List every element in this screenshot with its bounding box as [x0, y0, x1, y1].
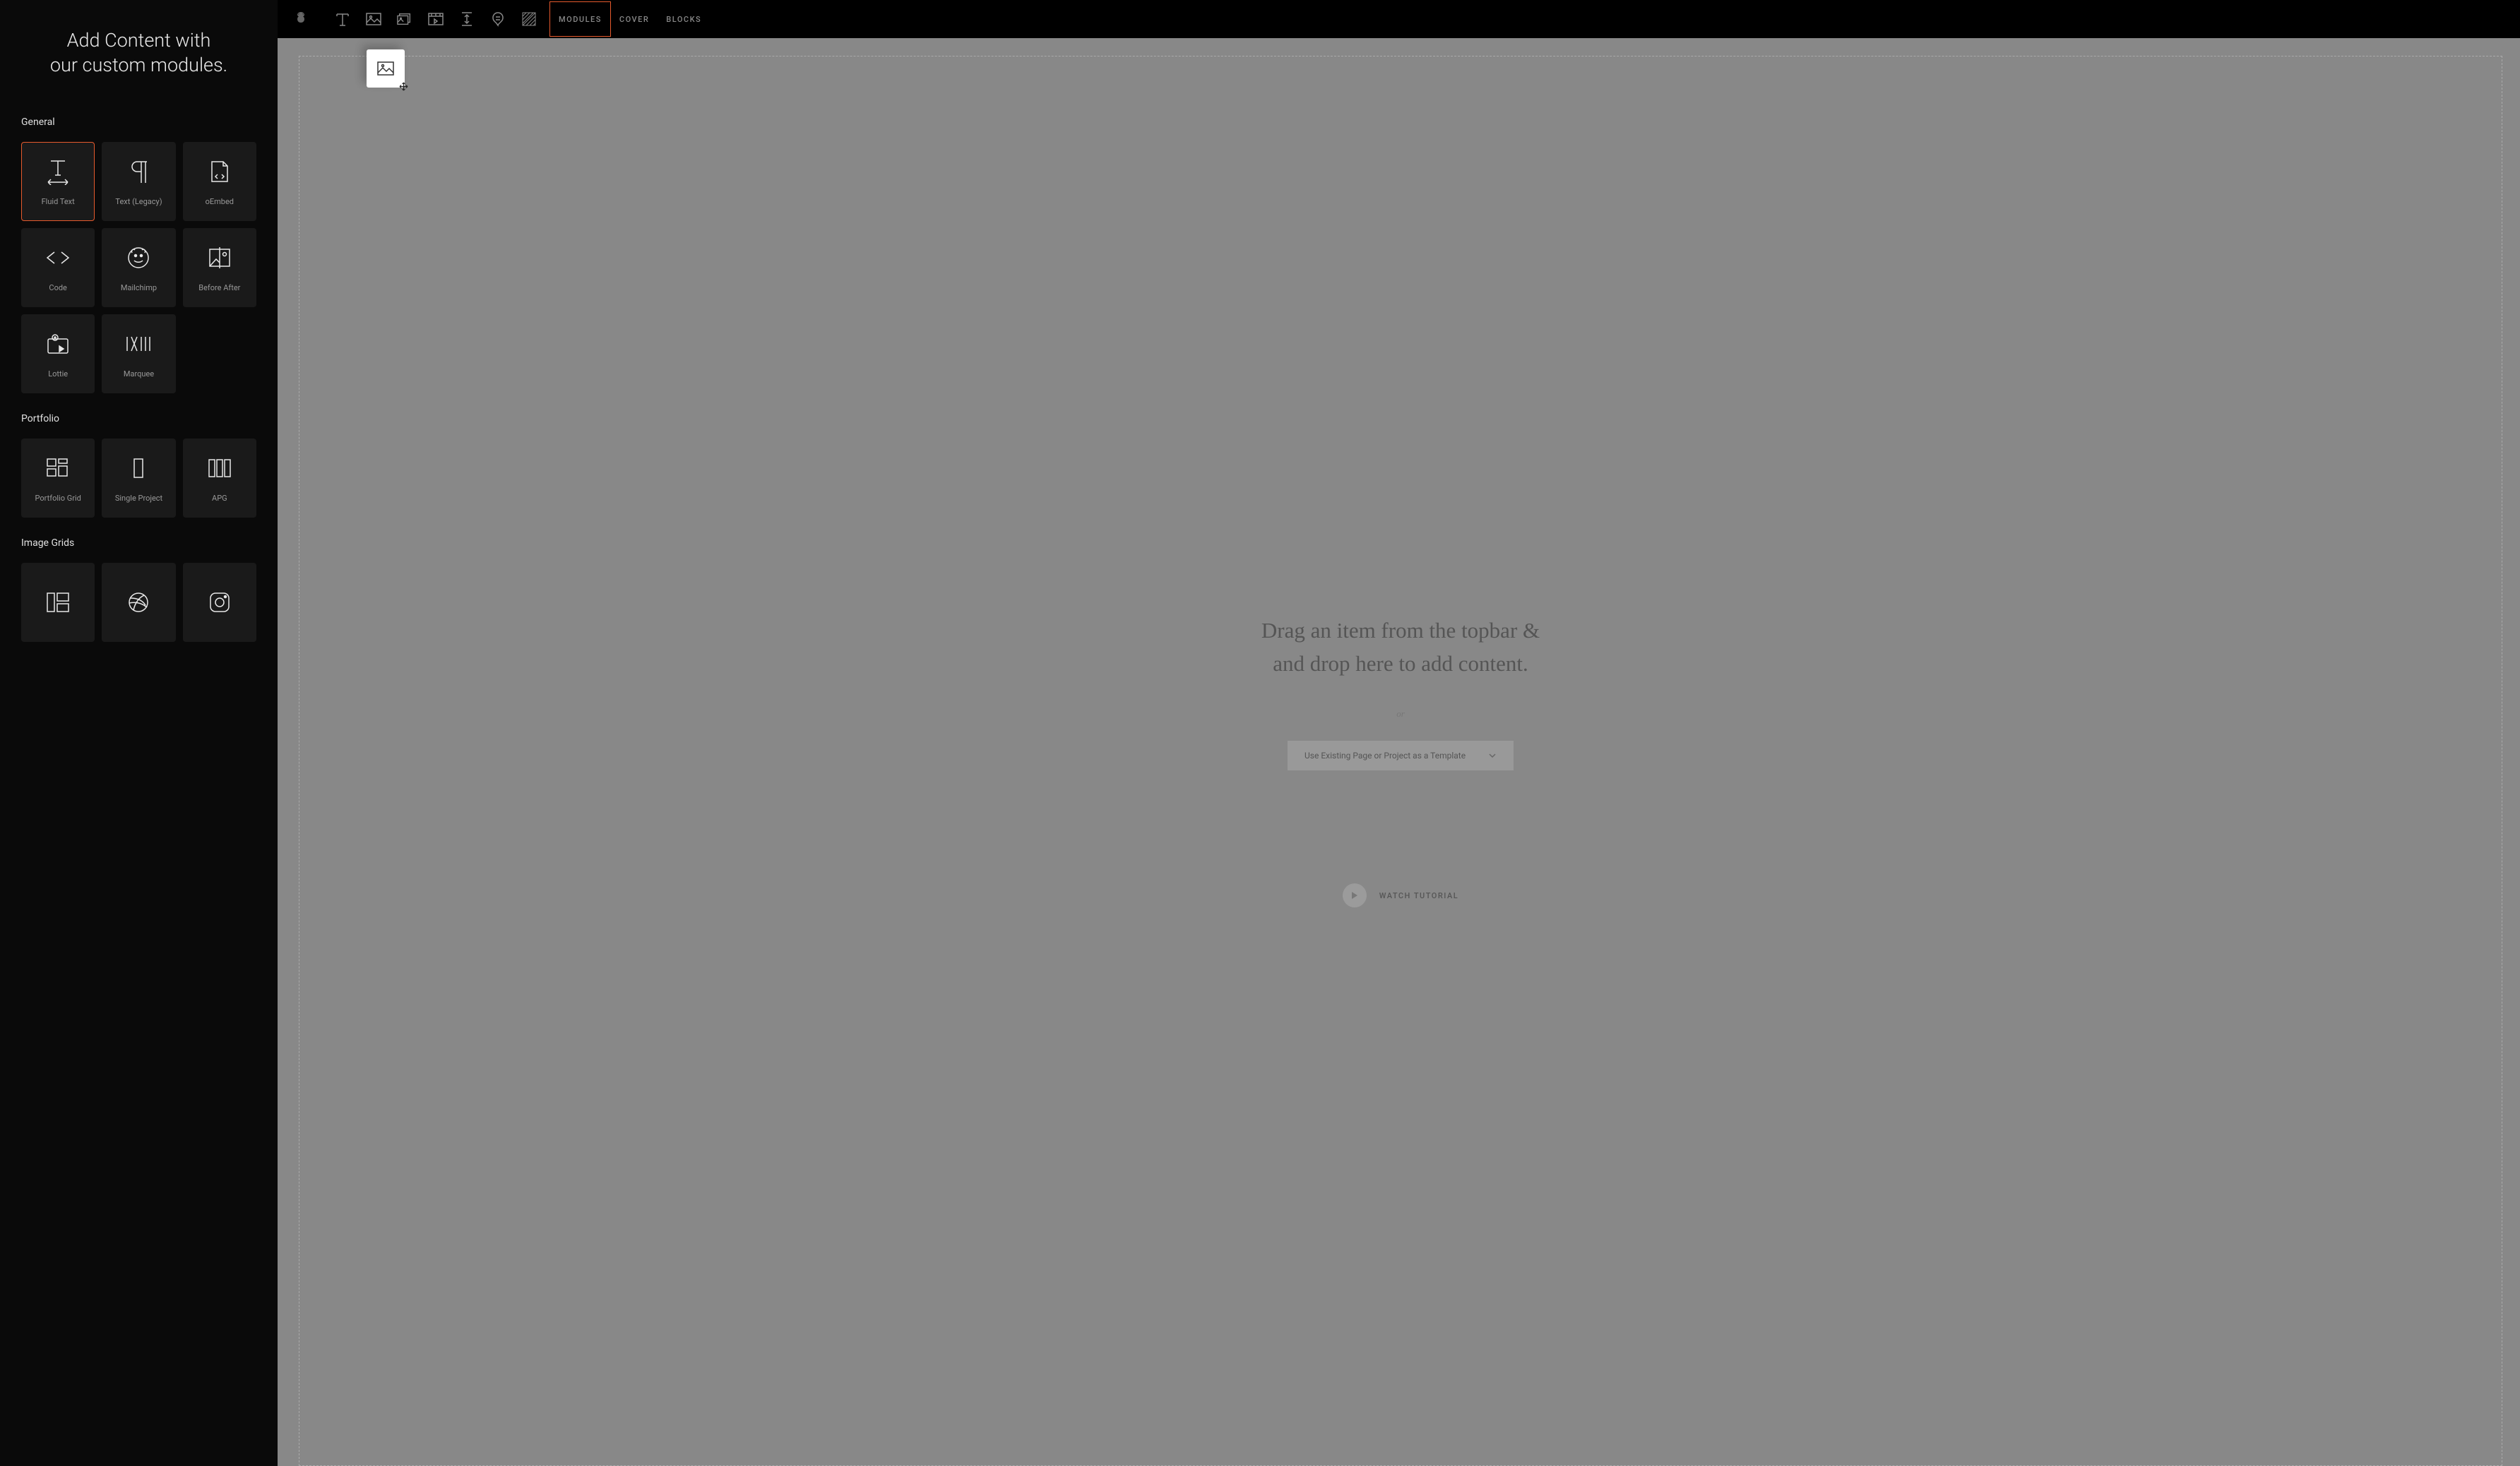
- logo-icon[interactable]: [293, 11, 310, 28]
- shape-tool-icon[interactable]: [490, 11, 506, 27]
- section-title-general: General: [21, 117, 256, 128]
- move-cursor-icon: [399, 82, 408, 91]
- module-single-project[interactable]: Single Project: [102, 439, 175, 518]
- module-portfolio-grid[interactable]: Portfolio Grid: [21, 439, 95, 518]
- section-title-image-grids: Image Grids: [21, 537, 256, 549]
- module-label: Code: [49, 283, 66, 292]
- module-label: oEmbed: [206, 197, 234, 206]
- marquee-icon: [124, 330, 153, 358]
- module-label: Lottie: [48, 369, 68, 379]
- module-image-grid-1[interactable]: [21, 563, 95, 642]
- dribbble-icon: [124, 588, 153, 616]
- tab-modules[interactable]: MODULES: [549, 1, 611, 37]
- general-modules-grid: Fluid Text Text (Legacy) oEmbed Code Mai…: [21, 142, 256, 393]
- module-oembed[interactable]: oEmbed: [183, 142, 256, 221]
- columns-icon: [206, 454, 234, 482]
- module-lottie[interactable]: Lottie: [21, 314, 95, 393]
- module-image-grid-2[interactable]: [102, 563, 175, 642]
- mailchimp-icon: [124, 244, 153, 272]
- drop-message: Drag an item from the topbar & and drop …: [1261, 614, 1540, 680]
- module-label: Portfolio Grid: [35, 494, 81, 503]
- single-icon: [124, 454, 153, 482]
- module-label: APG: [212, 494, 227, 503]
- play-icon: [1343, 883, 1367, 907]
- gallery-tool-icon[interactable]: [397, 11, 412, 27]
- module-label: Single Project: [115, 494, 162, 503]
- main-area: MODULES COVER BLOCKS Drag an item from t…: [278, 0, 2520, 1466]
- or-text: or: [1396, 708, 1405, 720]
- template-dropdown[interactable]: Use Existing Page or Project as a Templa…: [1288, 741, 1514, 770]
- module-apg[interactable]: APG: [183, 439, 256, 518]
- toolbar-icons: [335, 11, 537, 27]
- module-code[interactable]: Code: [21, 228, 95, 307]
- module-label: Before After: [198, 283, 240, 292]
- portfolio-modules-grid: Portfolio Grid Single Project APG: [21, 439, 256, 518]
- image-grids-modules-grid: [21, 563, 256, 642]
- dragged-module[interactable]: [367, 49, 405, 88]
- instagram-icon: [206, 588, 234, 616]
- pattern-tool-icon[interactable]: [521, 11, 537, 27]
- paragraph-icon: [124, 157, 153, 186]
- module-label: Mailchimp: [121, 283, 157, 292]
- section-title-portfolio: Portfolio: [21, 413, 256, 424]
- lottie-icon: [44, 330, 72, 358]
- module-text-legacy[interactable]: Text (Legacy): [102, 142, 175, 221]
- module-label: Marquee: [124, 369, 154, 379]
- image-tool-icon[interactable]: [366, 11, 381, 27]
- template-dropdown-label: Use Existing Page or Project as a Templa…: [1304, 751, 1466, 761]
- tutorial-label: WATCH TUTORIAL: [1379, 891, 1459, 900]
- topbar-text-tabs: MODULES COVER BLOCKS: [549, 0, 710, 38]
- layout-icon: [44, 588, 72, 616]
- code-icon: [44, 244, 72, 272]
- tab-cover[interactable]: COVER: [611, 1, 658, 37]
- module-marquee[interactable]: Marquee: [102, 314, 175, 393]
- chevron-down-icon: [1488, 753, 1497, 758]
- before-after-icon: [206, 244, 234, 272]
- spacer-tool-icon[interactable]: [459, 11, 475, 27]
- grid-icon: [44, 454, 72, 482]
- video-tool-icon[interactable]: [428, 11, 444, 27]
- fluid-text-icon: [44, 157, 72, 186]
- text-tool-icon[interactable]: [335, 11, 350, 27]
- sidebar-title: Add Content with our custom modules.: [21, 28, 256, 78]
- module-before-after[interactable]: Before After: [183, 228, 256, 307]
- module-label: Fluid Text: [42, 197, 75, 206]
- module-label: Text (Legacy): [115, 197, 162, 206]
- watch-tutorial-button[interactable]: WATCH TUTORIAL: [1343, 883, 1459, 907]
- module-mailchimp[interactable]: Mailchimp: [102, 228, 175, 307]
- canvas: Drag an item from the topbar & and drop …: [278, 38, 2520, 1466]
- tab-blocks[interactable]: BLOCKS: [658, 1, 710, 37]
- topbar: MODULES COVER BLOCKS: [278, 0, 2520, 38]
- module-fluid-text[interactable]: Fluid Text: [21, 142, 95, 221]
- embed-icon: [206, 157, 234, 186]
- modules-sidebar: Add Content with our custom modules. Gen…: [0, 0, 278, 1466]
- module-image-grid-3[interactable]: [183, 563, 256, 642]
- drop-zone[interactable]: Drag an item from the topbar & and drop …: [299, 56, 2502, 1466]
